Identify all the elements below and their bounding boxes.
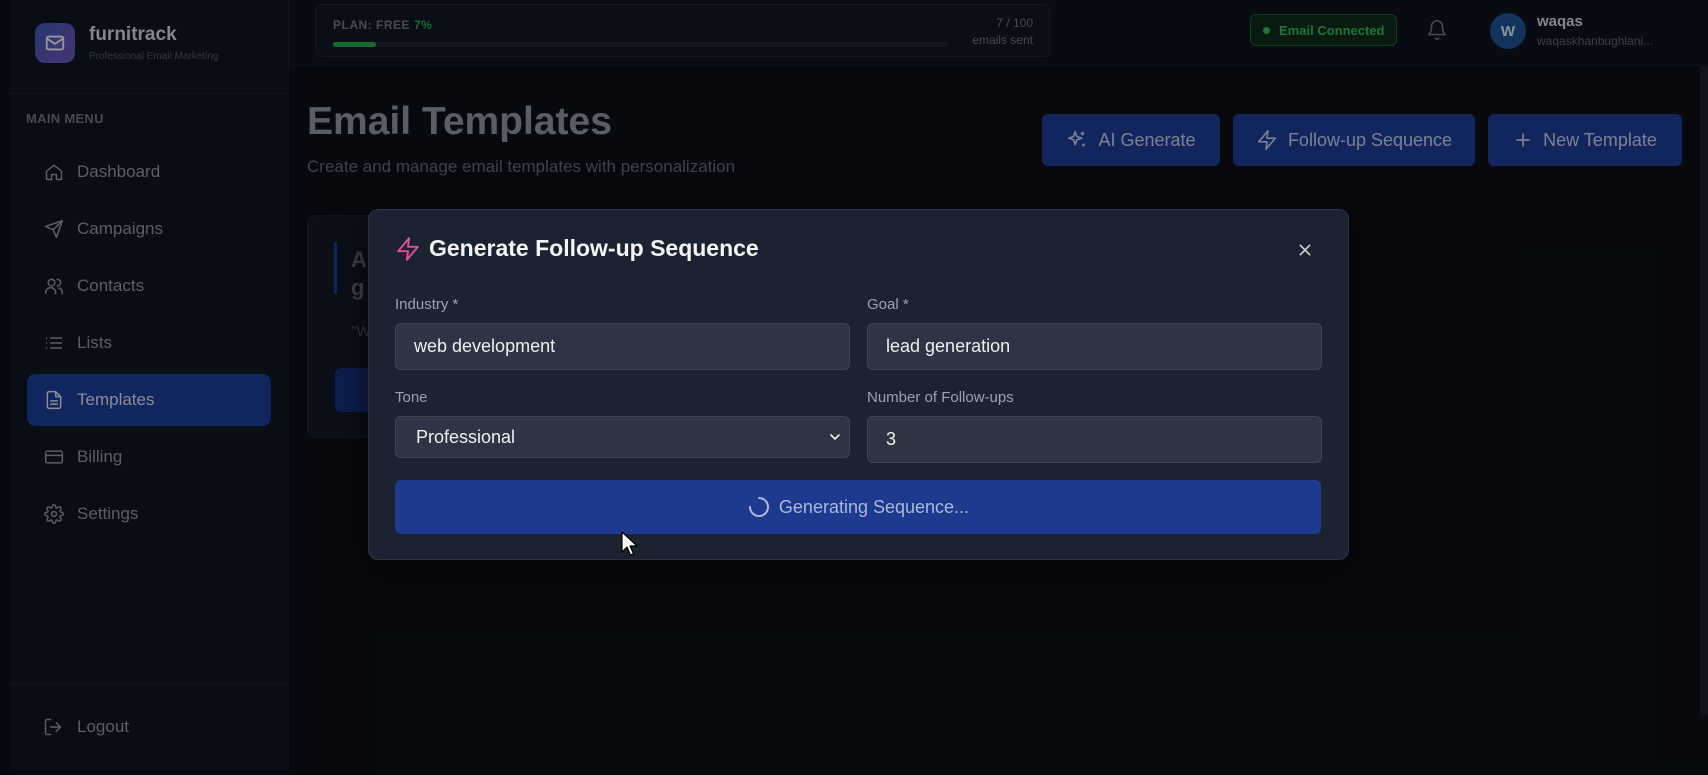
chevron-down-icon (827, 429, 843, 450)
zap-icon (395, 236, 421, 262)
tone-select[interactable]: Professional (395, 416, 850, 458)
modal-title-text: Generate Follow-up Sequence (429, 235, 759, 261)
goal-label: Goal * (867, 296, 909, 313)
followups-label: Number of Follow-ups (867, 389, 1014, 406)
generate-sequence-button[interactable]: Generating Sequence... (395, 480, 1321, 534)
followups-number-input[interactable]: 3 (867, 416, 1322, 463)
generate-sequence-label: Generating Sequence... (778, 496, 970, 517)
industry-label: Industry * (395, 296, 459, 313)
followup-sequence-modal: Generate Follow-up Sequence Industry * w… (368, 209, 1349, 560)
followups-value: 3 (886, 429, 897, 449)
spinner-icon (747, 495, 771, 519)
mouse-pointer-icon (621, 531, 639, 562)
modal-title: Generate Follow-up Sequence (395, 235, 759, 262)
app-root: furnitrack Professional Email Marketing … (0, 0, 1708, 775)
industry-input[interactable]: web development (395, 323, 850, 370)
goal-value: lead generation (886, 336, 1011, 356)
close-icon[interactable] (1296, 241, 1314, 259)
tone-label: Tone (395, 389, 428, 406)
tone-value: Professional (416, 426, 516, 447)
goal-input[interactable]: lead generation (867, 323, 1322, 370)
industry-value: web development (414, 336, 556, 356)
